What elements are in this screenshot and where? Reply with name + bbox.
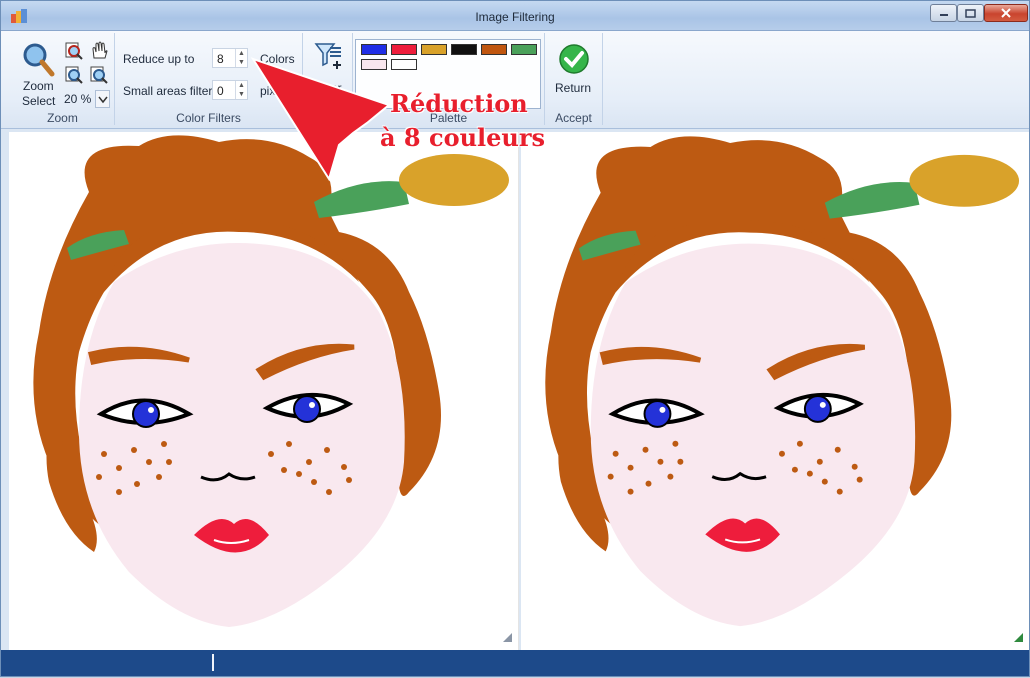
image-filtering-window: Image Filtering Zoom Select 20 % Zoom Re… bbox=[0, 0, 1030, 677]
minimize-button[interactable] bbox=[930, 4, 957, 22]
zoom-in-icon[interactable] bbox=[64, 65, 84, 85]
palette-swatch[interactable] bbox=[481, 44, 507, 55]
zoom-group: Zoom Select 20 % Zoom bbox=[11, 33, 115, 125]
reduce-colors-value: 8 bbox=[217, 52, 224, 66]
filter-group: Filter bbox=[303, 33, 353, 125]
zoom-out-icon[interactable] bbox=[89, 65, 109, 85]
annotation-line-2: à 8 couleurs bbox=[380, 123, 546, 152]
original-face-image bbox=[33, 135, 509, 628]
status-separator bbox=[212, 654, 214, 671]
small-areas-filter-label: Small areas filter bbox=[123, 84, 213, 98]
zoom-fit-icon[interactable] bbox=[64, 41, 84, 61]
funnel-filter-icon bbox=[314, 43, 341, 69]
accept-group-label: Accept bbox=[555, 111, 592, 125]
palette-swatch[interactable] bbox=[421, 44, 447, 55]
reduce-colors-spinner[interactable]: 8 ▲ ▼ bbox=[212, 48, 248, 68]
minimize-icon bbox=[939, 14, 948, 16]
palette-swatch[interactable] bbox=[361, 44, 387, 55]
zoom-percent[interactable]: 20 % bbox=[64, 92, 91, 106]
palette-swatch[interactable] bbox=[391, 59, 417, 70]
annotation-line-1: Réduction bbox=[390, 89, 528, 118]
filtered-face-image bbox=[545, 136, 1020, 627]
colors-label: Colors bbox=[260, 52, 295, 66]
spinner-arrows-icon[interactable]: ▲ ▼ bbox=[235, 81, 247, 99]
zoom-group-label: Zoom bbox=[47, 111, 78, 125]
status-bar bbox=[1, 650, 1029, 676]
pan-hand-icon[interactable] bbox=[89, 40, 109, 60]
color-filters-group: Reduce up to 8 ▲ ▼ Colors Small areas fil… bbox=[115, 33, 303, 125]
checkmark-icon bbox=[559, 44, 589, 74]
return-label: Return bbox=[555, 81, 592, 95]
filter-button[interactable]: Filter bbox=[307, 39, 349, 99]
palette-swatch[interactable] bbox=[511, 44, 537, 55]
maximize-button[interactable] bbox=[957, 4, 984, 22]
magnifier-icon bbox=[23, 43, 55, 77]
chevron-down-icon bbox=[98, 96, 108, 104]
zoom-select-button[interactable]: Zoom Select bbox=[15, 39, 59, 108]
spinner-arrows-icon[interactable]: ▲ ▼ bbox=[235, 49, 247, 67]
filter-label: Filter bbox=[315, 81, 342, 95]
small-areas-spinner[interactable]: 0 ▲ ▼ bbox=[212, 80, 248, 100]
return-button[interactable]: Return bbox=[549, 39, 599, 99]
reduce-up-to-label: Reduce up to bbox=[123, 52, 195, 66]
small-areas-unit: pix bbox=[260, 84, 276, 98]
accept-group: Return Accept bbox=[545, 33, 603, 125]
zoom-select-label-2: Select bbox=[22, 94, 56, 108]
close-icon bbox=[1001, 8, 1011, 18]
small-areas-value: 0 bbox=[217, 84, 224, 98]
original-image-pane[interactable] bbox=[9, 132, 519, 650]
window-title: Image Filtering bbox=[475, 10, 555, 24]
maximize-icon bbox=[965, 8, 976, 18]
zoom-select-label-1: Zoom bbox=[23, 79, 54, 93]
zoom-percent-dropdown[interactable] bbox=[95, 90, 110, 108]
color-filters-group-label: Color Filters bbox=[176, 111, 241, 125]
window-border-strip bbox=[1, 132, 9, 650]
resize-grip-icon[interactable] bbox=[503, 633, 512, 642]
palette-swatch[interactable] bbox=[451, 44, 477, 55]
filtered-image-pane[interactable] bbox=[521, 132, 1029, 650]
palette-swatch[interactable] bbox=[391, 44, 417, 55]
title-bar: Image Filtering bbox=[1, 1, 1029, 31]
resize-grip-icon[interactable] bbox=[1014, 633, 1023, 642]
palette-swatch[interactable] bbox=[361, 59, 387, 70]
close-button[interactable] bbox=[984, 4, 1028, 22]
